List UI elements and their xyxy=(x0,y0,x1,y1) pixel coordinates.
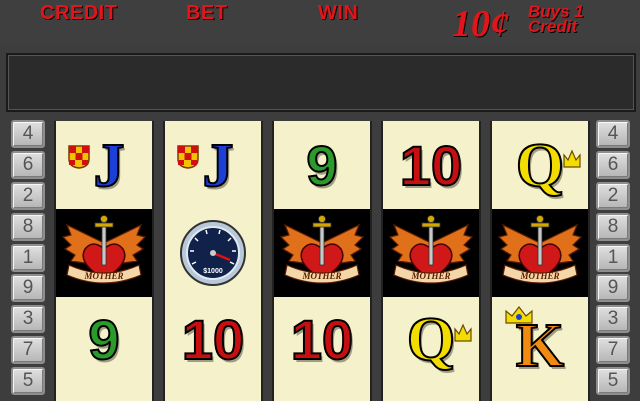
payline-button[interactable]: 1 xyxy=(11,243,45,272)
speed-readout-text: $1000 xyxy=(203,268,223,275)
reel-symbol: J xyxy=(165,123,261,209)
payline-button[interactable]: 3 xyxy=(11,305,45,334)
symbol-q: Q xyxy=(515,132,565,200)
mother-heart-wings-icon: MOTHER xyxy=(279,215,365,284)
mother-heart-wings-icon: MOTHER xyxy=(61,215,147,284)
denomination-note: Buys 1 Credit xyxy=(528,3,584,36)
reel-symbol: 10 xyxy=(274,297,370,383)
payline-button[interactable]: 8 xyxy=(596,212,630,241)
payline-button[interactable]: 7 xyxy=(11,336,45,365)
payline-button[interactable]: 4 xyxy=(11,120,45,148)
reel-symbol: 10 xyxy=(383,123,479,209)
message-bar xyxy=(6,53,636,112)
speedometer-icon: $1000 xyxy=(180,220,246,286)
win-label: WIN xyxy=(318,2,359,24)
symbol-10: 10 xyxy=(290,308,354,371)
denomination-display: 10¢ Buys 1 Credit xyxy=(452,0,638,45)
mother-banner-text: MOTHER xyxy=(83,271,123,281)
reel-symbol: MOTHER xyxy=(383,209,479,297)
symbol-j: J xyxy=(93,132,126,200)
reel-symbol: MOTHER xyxy=(274,209,370,297)
mother-banner-text: MOTHER xyxy=(410,271,450,281)
crown-icon xyxy=(454,323,472,342)
payline-button[interactable]: 2 xyxy=(596,181,630,210)
denomination-value: 10¢ xyxy=(452,3,509,45)
reel-2: J $1000 10 xyxy=(163,121,263,401)
meter-bar: CREDIT BET WIN 10¢ Buys 1 Credit xyxy=(0,0,640,45)
payline-button[interactable]: 2 xyxy=(11,181,45,210)
reel-symbol: 9 xyxy=(56,297,152,383)
bet-label: BET xyxy=(186,2,228,24)
mother-heart-wings-icon: MOTHER xyxy=(388,215,474,284)
payline-button[interactable]: 7 xyxy=(596,336,630,365)
reel-symbol: 10 xyxy=(165,297,261,383)
reel-symbol: $1000 xyxy=(165,209,261,297)
reel-symbol: J xyxy=(56,123,152,209)
reel-3: 9 MOTHER 10 xyxy=(272,121,372,401)
reel-symbol: 9 xyxy=(274,123,370,209)
mother-banner-text: MOTHER xyxy=(519,271,559,281)
payline-button[interactable]: 5 xyxy=(596,367,630,396)
payline-button[interactable]: 3 xyxy=(596,305,630,334)
symbol-10: 10 xyxy=(399,134,463,197)
payline-button[interactable]: 8 xyxy=(11,212,45,241)
mother-heart-wings-icon: MOTHER xyxy=(497,215,583,284)
payline-button[interactable]: 5 xyxy=(11,367,45,396)
reel-symbol: MOTHER xyxy=(56,209,152,297)
payline-button[interactable]: 6 xyxy=(596,150,630,179)
checkered-shield-icon xyxy=(68,145,90,169)
payline-button[interactable]: 4 xyxy=(596,120,630,148)
reel-symbol: Q xyxy=(383,297,479,383)
symbol-j: J xyxy=(202,132,235,200)
crown-icon xyxy=(563,149,581,168)
crown-icon xyxy=(505,306,533,324)
payline-button[interactable]: 9 xyxy=(11,274,45,303)
reel-4: 10 MOTHER Q xyxy=(381,121,481,401)
payline-button[interactable]: 9 xyxy=(596,274,630,303)
symbol-q: Q xyxy=(406,306,456,374)
paylines-right: 4 6 2 8 1 9 3 7 5 xyxy=(596,120,630,398)
reel-symbol: Q xyxy=(492,123,588,209)
checkered-shield-icon xyxy=(177,145,199,169)
paylines-left: 4 6 2 8 1 9 3 7 5 xyxy=(11,120,45,398)
reel-1: J MOTHER 9 xyxy=(54,121,154,401)
payline-button[interactable]: 1 xyxy=(596,243,630,272)
credit-label: CREDIT xyxy=(40,2,118,24)
symbol-9: 9 xyxy=(87,308,120,371)
buys-line-2: Credit xyxy=(528,17,578,36)
reel-5: Q MOTHER K xyxy=(490,121,590,401)
mother-banner-text: MOTHER xyxy=(301,271,341,281)
reel-symbol: MOTHER xyxy=(492,209,588,297)
payline-button[interactable]: 6 xyxy=(11,150,45,179)
symbol-10: 10 xyxy=(181,308,245,371)
symbol-9: 9 xyxy=(305,134,338,197)
reel-symbol: K xyxy=(492,297,588,383)
